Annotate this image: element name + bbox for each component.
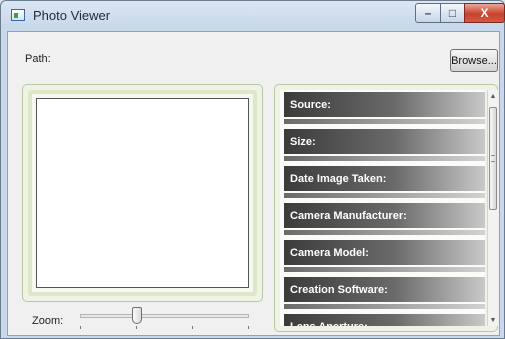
info-list: Source: Size: Date Image Taken: Camera M… bbox=[280, 90, 485, 326]
app-icon bbox=[11, 9, 25, 21]
close-button[interactable]: X bbox=[464, 3, 505, 23]
zoom-slider-thumb[interactable] bbox=[132, 307, 142, 324]
info-header: Lens Aperture: bbox=[284, 314, 485, 326]
info-header: Size: bbox=[284, 129, 485, 154]
scroll-up-icon[interactable]: ▲ bbox=[488, 90, 498, 102]
photo-viewer-window: Photo Viewer – □ X Path: Browse... Zoom: bbox=[0, 0, 505, 339]
close-icon: X bbox=[480, 6, 489, 20]
client-area: Path: Browse... Zoom: Source: Size: Date… bbox=[7, 31, 500, 336]
info-value-bar bbox=[284, 119, 485, 124]
info-value-bar bbox=[284, 193, 485, 198]
info-value-bar bbox=[284, 304, 485, 309]
zoom-slider-track[interactable] bbox=[80, 314, 249, 318]
minimize-button[interactable]: – bbox=[415, 3, 441, 23]
maximize-button[interactable]: □ bbox=[440, 3, 465, 23]
zoom-tick bbox=[80, 326, 81, 329]
image-panel-border bbox=[28, 90, 257, 296]
info-panel: Source: Size: Date Image Taken: Camera M… bbox=[274, 84, 498, 332]
zoom-tick bbox=[192, 326, 193, 329]
zoom-tick bbox=[248, 326, 249, 329]
scroll-thumb[interactable] bbox=[489, 107, 497, 210]
info-header: Camera Model: bbox=[284, 240, 485, 265]
image-panel bbox=[22, 84, 263, 302]
zoom-tick bbox=[136, 326, 137, 329]
info-item-camera-manufacturer: Camera Manufacturer: bbox=[280, 201, 485, 238]
info-item-source: Source: bbox=[280, 90, 485, 127]
info-header: Source: bbox=[284, 92, 485, 117]
info-scrollbar[interactable]: ▲ ▼ bbox=[487, 90, 498, 326]
path-label: Path: bbox=[25, 53, 51, 65]
title-bar[interactable]: Photo Viewer – □ X bbox=[1, 1, 505, 31]
grip-icon bbox=[491, 155, 495, 162]
scroll-down-icon[interactable]: ▼ bbox=[488, 314, 498, 326]
info-value-bar bbox=[284, 230, 485, 235]
info-header: Creation Software: bbox=[284, 277, 485, 302]
info-item-camera-model: Camera Model: bbox=[280, 238, 485, 275]
info-value-bar bbox=[284, 156, 485, 161]
minimize-icon: – bbox=[424, 6, 432, 20]
info-header: Camera Manufacturer: bbox=[284, 203, 485, 228]
browse-button[interactable]: Browse... bbox=[450, 49, 498, 72]
zoom-label: Zoom: bbox=[32, 315, 64, 327]
info-item-date-taken: Date Image Taken: bbox=[280, 164, 485, 201]
image-display bbox=[36, 98, 249, 288]
info-value-bar bbox=[284, 267, 485, 272]
maximize-icon: □ bbox=[448, 6, 457, 20]
info-item-lens-aperture: Lens Aperture: bbox=[280, 312, 485, 326]
info-header: Date Image Taken: bbox=[284, 166, 485, 191]
window-title: Photo Viewer bbox=[33, 8, 111, 23]
info-item-size: Size: bbox=[280, 127, 485, 164]
info-item-creation-software: Creation Software: bbox=[280, 275, 485, 312]
